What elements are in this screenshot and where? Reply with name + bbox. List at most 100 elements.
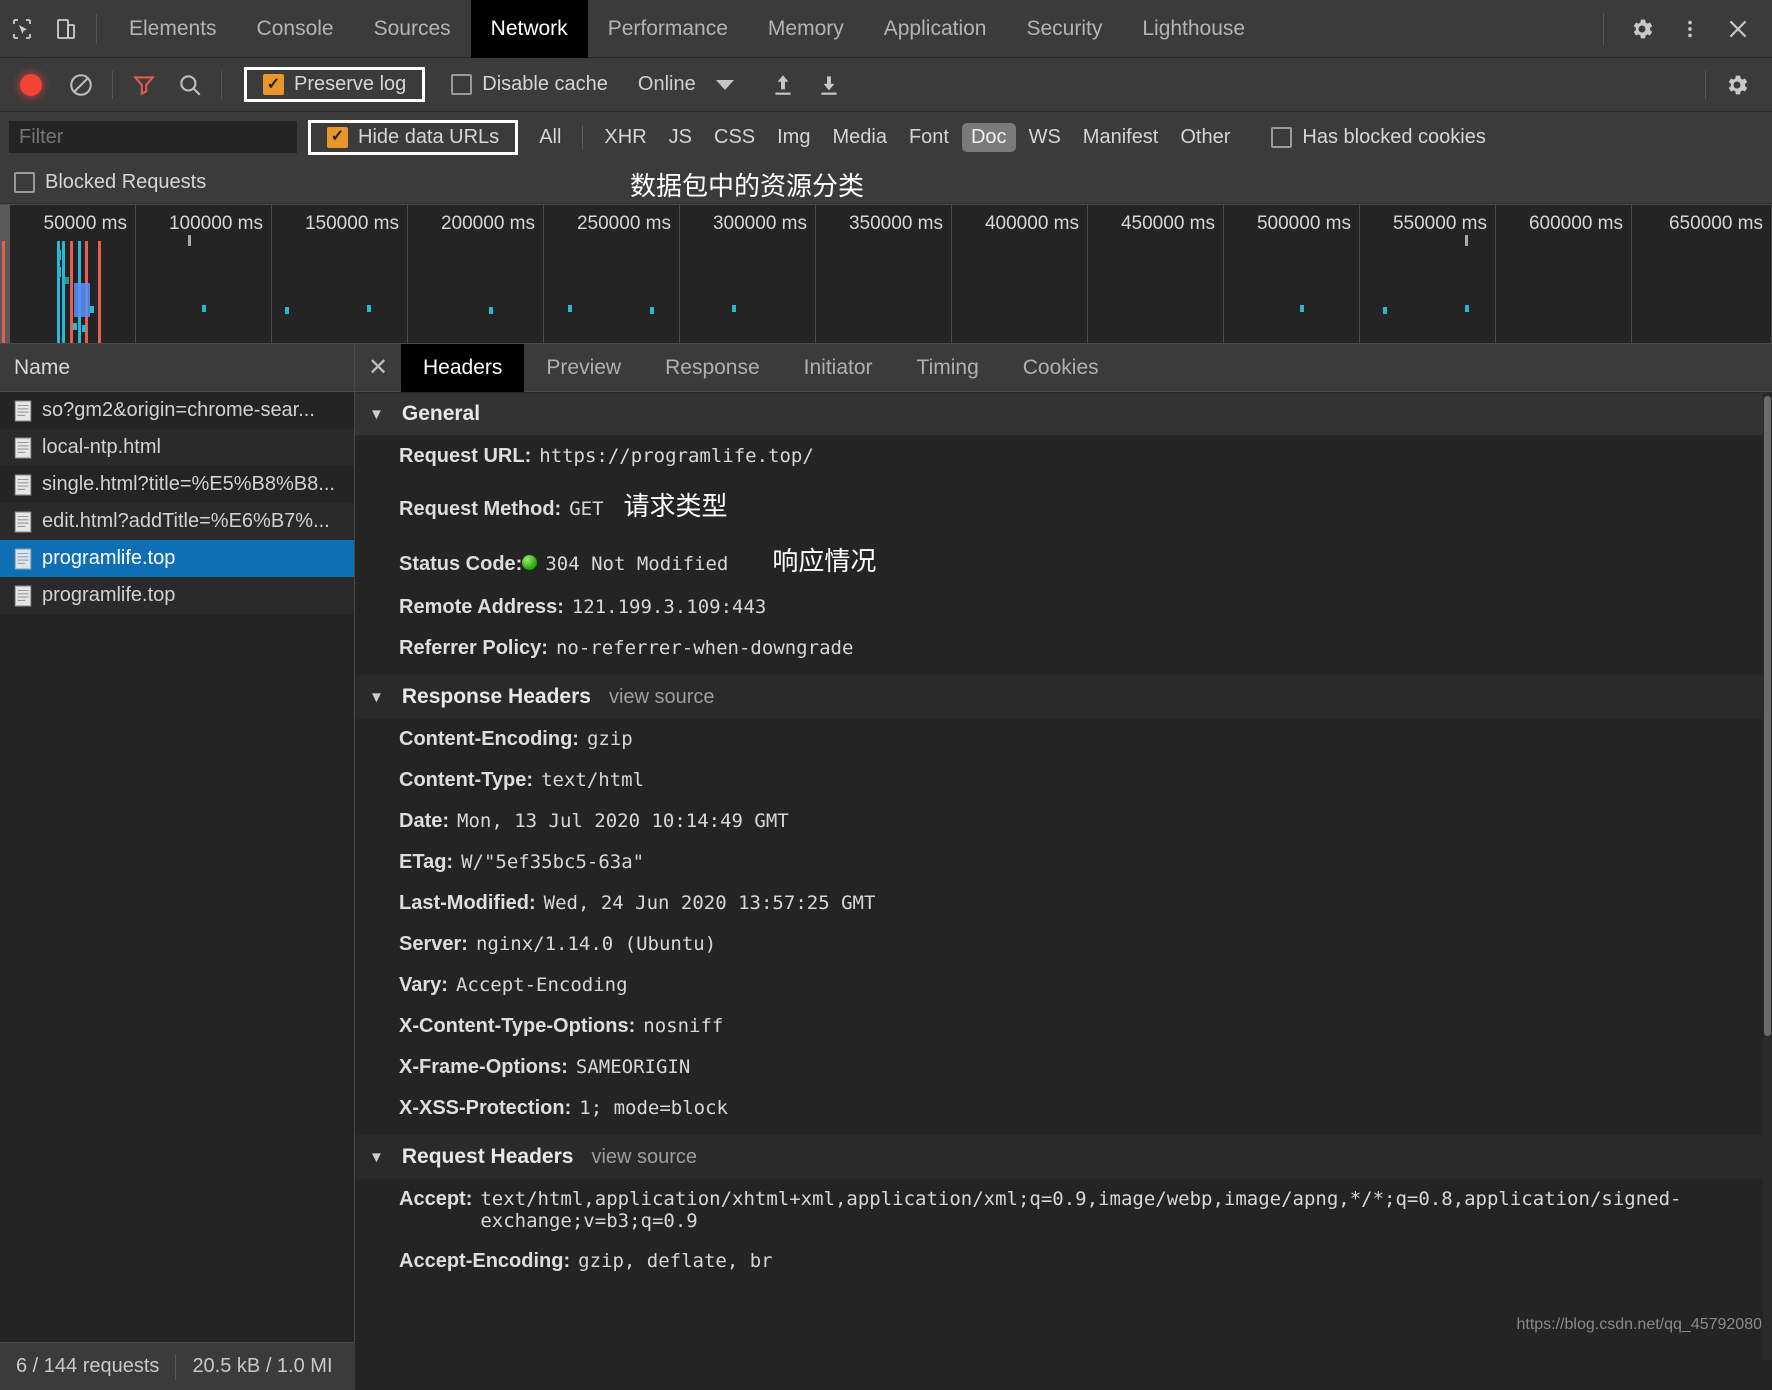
tab-performance[interactable]: Performance (588, 0, 748, 58)
tab-initiator[interactable]: Initiator (782, 344, 895, 392)
search-icon[interactable] (167, 58, 213, 112)
export-har-icon[interactable] (806, 58, 852, 112)
device-toolbar-icon[interactable] (44, 0, 88, 58)
section-general-header[interactable]: ▼ General (355, 392, 1772, 436)
table-row[interactable]: programlife.top (0, 577, 354, 614)
header-value: gzip (586, 728, 633, 750)
network-status-bar: 6 / 144 requests 20.5 kB / 1.0 MI (0, 1342, 355, 1390)
filter-type-js[interactable]: JS (660, 123, 701, 152)
overview-tick-cell: 600000 ms (1496, 205, 1632, 343)
tab-application[interactable]: Application (864, 0, 1007, 58)
preserve-log-checkbox-box: ✓ (263, 74, 284, 95)
document-icon (14, 400, 32, 421)
tab-headers[interactable]: Headers (401, 343, 525, 392)
gear-icon[interactable] (1618, 0, 1666, 58)
preserve-log-checkbox[interactable]: ✓ Preserve log (255, 73, 414, 96)
has-blocked-cookies-checkbox-box (1271, 126, 1293, 148)
request-details-panel: ✕ Headers Preview Response Initiator Tim… (355, 343, 1772, 1360)
disable-cache-checkbox[interactable]: Disable cache (443, 73, 616, 96)
inspect-element-icon[interactable] (0, 0, 44, 58)
header-row: X-Content-Type-Options: nosniff (355, 1006, 1772, 1047)
filter-type-doc[interactable]: Doc (961, 122, 1016, 152)
has-blocked-cookies-label: Has blocked cookies (1302, 125, 1486, 148)
overview-tick-cell: 350000 ms (816, 205, 952, 343)
tab-elements[interactable]: Elements (109, 0, 237, 58)
filter-icon[interactable] (121, 58, 167, 112)
annotation-request-method: 请求类型 (623, 492, 728, 522)
document-icon (14, 585, 32, 606)
status-transferred-size: 20.5 kB / 1.0 MI (192, 1355, 333, 1377)
request-name: programlife.top (42, 547, 176, 569)
filter-type-ws[interactable]: WS (1020, 123, 1070, 152)
import-har-icon[interactable] (760, 58, 806, 112)
network-settings-gear-icon[interactable] (1714, 58, 1760, 112)
throttle-select[interactable]: Online (638, 73, 734, 96)
header-row-remote-address: Remote Address: 121.199.3.109:443 (355, 587, 1772, 628)
record-button[interactable] (20, 73, 42, 96)
overview-tick-label: 550000 ms (1392, 213, 1487, 234)
tab-memory[interactable]: Memory (748, 0, 864, 58)
header-key: Referrer Policy: (399, 637, 548, 659)
header-value: Wed, 24 Jun 2020 13:57:25 GMT (543, 892, 876, 914)
triangle-down-icon: ▼ (369, 405, 384, 423)
control-divider-1 (112, 70, 113, 99)
overview-tick-label: 600000 ms (1528, 213, 1623, 234)
filter-type-css[interactable]: CSS (705, 123, 764, 152)
filter-type-other[interactable]: Other (1171, 123, 1239, 152)
close-icon[interactable] (1714, 0, 1762, 58)
tab-lighthouse[interactable]: Lighthouse (1122, 0, 1265, 58)
filter-type-media[interactable]: Media (823, 123, 895, 152)
table-row[interactable]: so?gm2&origin=chrome-sear... (0, 392, 354, 429)
section-general-title: General (401, 402, 481, 425)
tab-console[interactable]: Console (237, 0, 354, 58)
tabbar-right-divider (1603, 12, 1604, 45)
overview-tick-label: 200000 ms (440, 213, 535, 234)
more-vertical-icon[interactable] (1666, 0, 1714, 58)
tab-response[interactable]: Response (643, 344, 782, 392)
tab-preview[interactable]: Preview (524, 344, 643, 392)
section-response-headers-header[interactable]: ▼ Response Headers view source (355, 675, 1772, 719)
devtools-window: Elements Console Sources Network Perform… (0, 0, 1772, 1390)
header-key: Content-Encoding: (399, 728, 579, 750)
has-blocked-cookies-checkbox[interactable]: Has blocked cookies (1263, 126, 1493, 149)
blocked-requests-row: Blocked Requests 数据包中的资源分类 (0, 162, 1772, 204)
tab-sources[interactable]: Sources (354, 0, 471, 58)
header-row: Date: Mon, 13 Jul 2020 10:14:49 GMT (355, 801, 1772, 842)
filter-type-xhr[interactable]: XHR (595, 123, 655, 152)
search-input[interactable] (8, 120, 298, 154)
hide-data-urls-checkbox[interactable]: ✓ Hide data URLs (319, 126, 507, 149)
table-row-selected[interactable]: programlife.top (0, 540, 354, 577)
details-scrollbar[interactable] (1763, 392, 1772, 1360)
view-source-link-request[interactable]: view source (591, 1146, 697, 1169)
tab-timing[interactable]: Timing (895, 344, 1001, 392)
header-key: X-Content-Type-Options: (399, 1015, 636, 1037)
filter-type-img[interactable]: Img (768, 123, 819, 152)
column-header-name[interactable]: Name (0, 344, 354, 392)
preserve-log-highlight: ✓ Preserve log (244, 67, 426, 102)
clear-icon[interactable] (58, 58, 104, 112)
table-row[interactable]: edit.html?addTitle=%E6%B7%... (0, 503, 354, 540)
filter-type-manifest[interactable]: Manifest (1074, 123, 1168, 152)
overview-tick-label: 250000 ms (576, 213, 671, 234)
header-row: X-XSS-Protection: 1; mode=block (355, 1088, 1772, 1129)
header-value: text/html,application/xhtml+xml,applicat… (480, 1188, 1682, 1232)
filter-type-all[interactable]: All (530, 123, 570, 152)
section-request-headers-header[interactable]: ▼ Request Headers view source (355, 1135, 1772, 1179)
tab-network[interactable]: Network (470, 0, 588, 58)
network-overview-timeline[interactable]: 50000 ms 100000 ms 150000 ms 200000 ms 2… (0, 204, 1772, 344)
view-source-link-response[interactable]: view source (609, 686, 715, 709)
header-row-request-url: Request URL: https://programlife.top/ (355, 436, 1772, 477)
filter-type-font[interactable]: Font (900, 123, 958, 152)
header-key: Accept: (399, 1188, 473, 1210)
header-key: Status Code: (399, 553, 523, 575)
close-details-icon[interactable]: ✕ (355, 344, 401, 392)
table-row[interactable]: single.html?title=%E5%B8%B8... (0, 466, 354, 503)
header-value: W/"5ef35bc5-63a" (461, 851, 645, 873)
tab-security[interactable]: Security (1006, 0, 1122, 58)
header-row: Content-Type: text/html (355, 760, 1772, 801)
overview-tick-label: 650000 ms (1668, 213, 1763, 234)
table-row[interactable]: local-ntp.html (0, 429, 354, 466)
blocked-requests-checkbox[interactable]: Blocked Requests (14, 171, 214, 194)
tab-cookies[interactable]: Cookies (1001, 344, 1121, 392)
header-row-accept-encoding: Accept-Encoding: gzip, deflate, br (355, 1241, 1772, 1282)
